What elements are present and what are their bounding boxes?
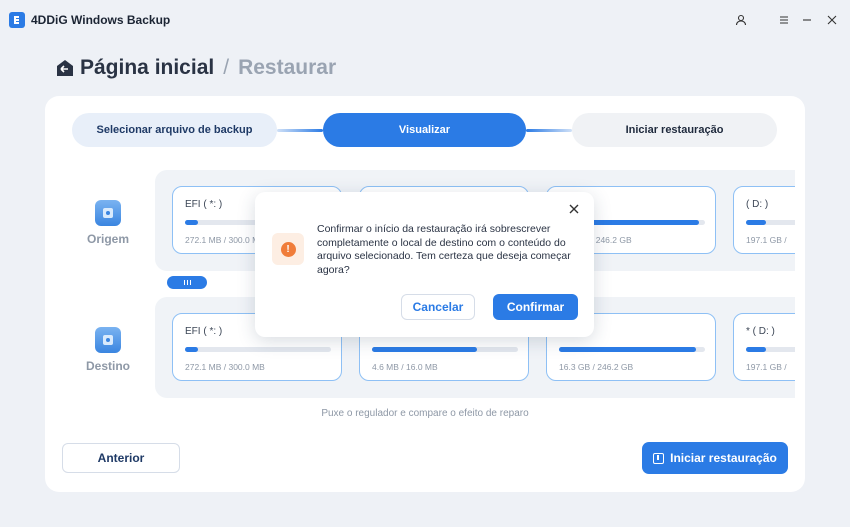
page-title: Restaurar — [238, 56, 337, 79]
partition-size: 197.1 GB / — [746, 362, 787, 372]
origin-section: Origem — [78, 200, 138, 246]
partition-size: 272.1 MB / 300.0 MB — [185, 362, 265, 372]
step-preview[interactable]: Visualizar — [323, 113, 526, 147]
partition-size: 4.6 MB / 16.0 MB — [372, 362, 438, 372]
usage-bar — [559, 347, 705, 352]
partition-name: EFI ( *: ) — [185, 199, 223, 210]
confirm-button[interactable]: Confirmar — [493, 294, 578, 320]
breadcrumb: Página inicial / Restaurar — [55, 56, 336, 80]
warning-icon: ! — [272, 233, 304, 265]
cancel-button[interactable]: Cancelar — [401, 294, 475, 320]
partition-size: / 246.2 GB — [591, 235, 632, 245]
step-select-backup[interactable]: Selecionar arquivo de backup — [72, 113, 277, 147]
app-title: 4DDiG Windows Backup — [31, 13, 171, 27]
step-start-restore[interactable]: Iniciar restauração — [572, 113, 777, 147]
slider-hint: Puxe o regulador e compare o efeito de r… — [321, 408, 529, 419]
destination-section: Destino — [78, 327, 138, 373]
restore-icon — [653, 452, 665, 464]
start-restore-label: Iniciar restauração — [670, 451, 777, 465]
step-connector — [526, 129, 572, 132]
home-icon[interactable] — [55, 58, 75, 78]
partition-card[interactable]: * ( D: ) 197.1 GB / — [733, 313, 795, 381]
partition-size: 16.3 GB / 246.2 GB — [559, 362, 634, 372]
minimize-icon[interactable] — [797, 10, 817, 30]
close-window-icon[interactable] — [822, 10, 842, 30]
usage-bar — [185, 347, 331, 352]
usage-bar — [746, 220, 795, 225]
destination-label: Destino — [85, 359, 130, 373]
origin-label: Origem — [86, 232, 129, 246]
breadcrumb-separator: / — [223, 56, 230, 79]
partition-size: 197.1 GB / — [746, 235, 787, 245]
usage-bar — [746, 347, 795, 352]
app-logo-icon — [9, 12, 25, 28]
usage-bar — [372, 347, 518, 352]
dialog-message: Confirmar o início da restauração irá so… — [317, 223, 571, 276]
partition-size: 272.1 MB / 300.0 MB — [185, 235, 265, 245]
start-restore-button[interactable]: Iniciar restauração — [642, 442, 788, 474]
comparison-slider-handle[interactable] — [167, 276, 207, 289]
breadcrumb-home[interactable]: Página inicial — [80, 56, 214, 80]
account-icon[interactable] — [731, 10, 751, 30]
step-connector — [277, 129, 323, 132]
confirm-dialog: ! Confirmar o início da restauração irá … — [255, 192, 594, 337]
menu-icon[interactable] — [774, 10, 794, 30]
previous-button[interactable]: Anterior — [62, 443, 180, 473]
close-icon[interactable] — [566, 201, 582, 217]
disk-icon — [95, 327, 121, 353]
partition-name: ( D: ) — [746, 199, 769, 210]
disk-icon — [95, 200, 121, 226]
title-bar: 4DDiG Windows Backup — [0, 0, 850, 40]
partition-card[interactable]: ( D: ) 197.1 GB / — [733, 186, 795, 254]
partition-name: * ( D: ) — [746, 326, 775, 337]
warning-glyph: ! — [280, 241, 296, 257]
partition-name: EFI ( *: ) — [185, 326, 223, 337]
